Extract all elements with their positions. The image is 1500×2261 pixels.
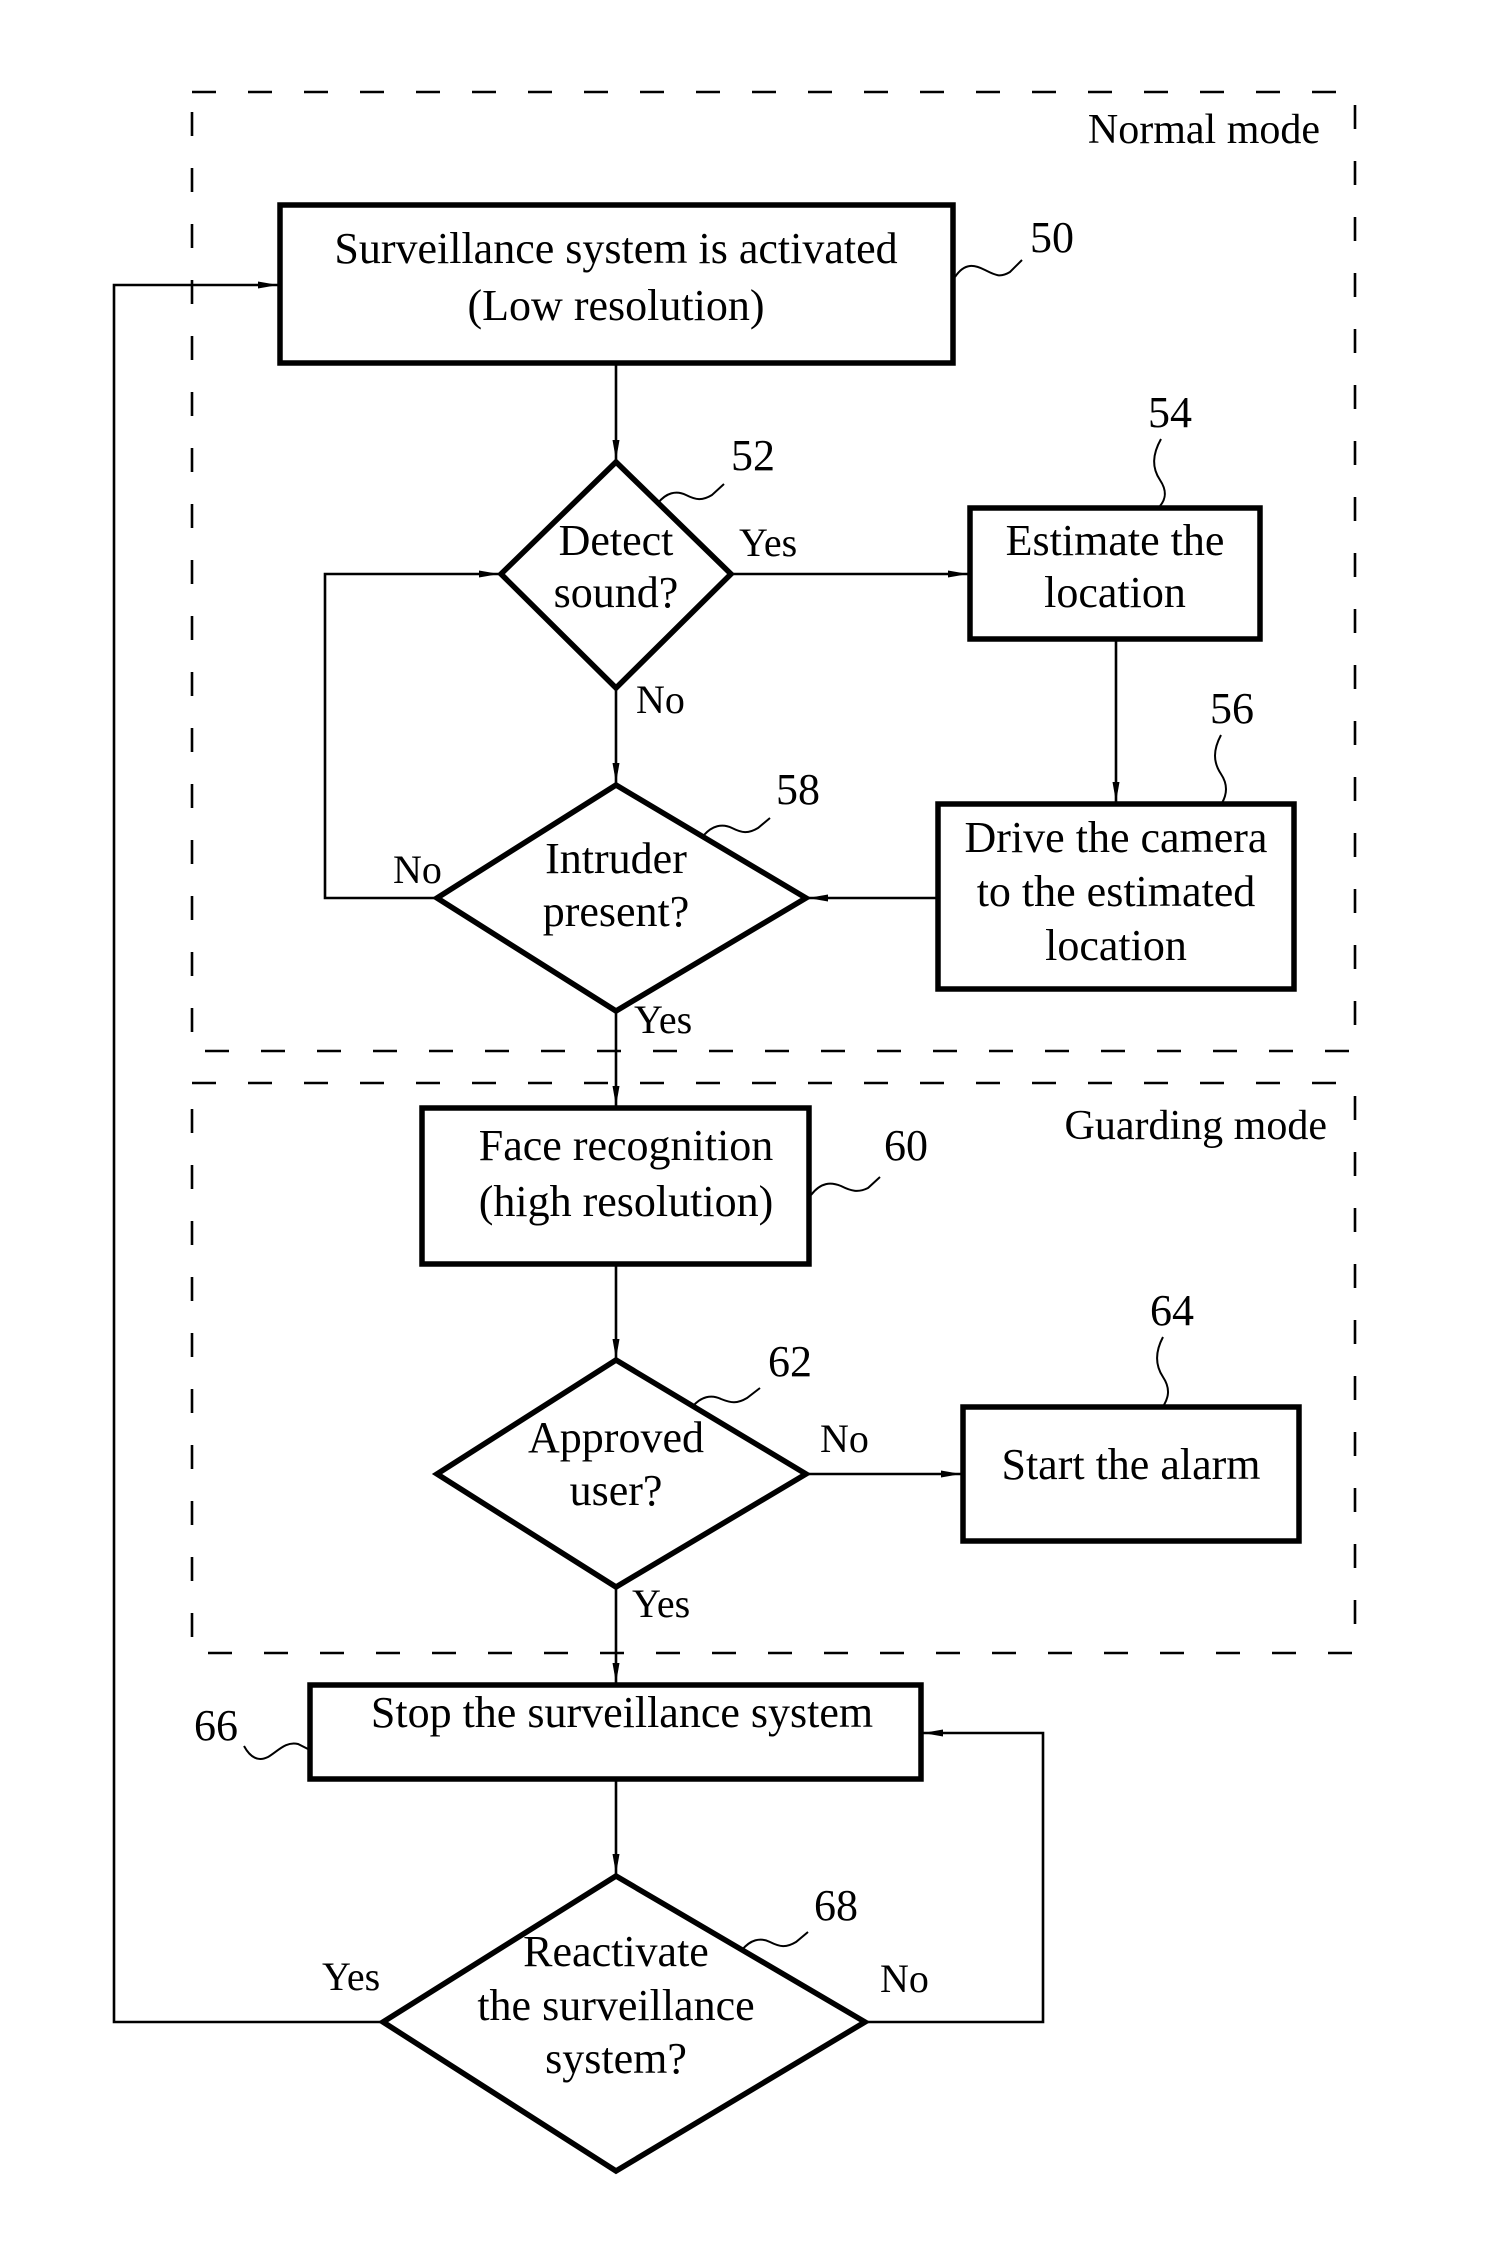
edge-label-52-no: No bbox=[636, 677, 685, 722]
ref-label-68: 68 bbox=[814, 1881, 858, 1930]
decision-node-52: Detect sound? bbox=[497, 458, 735, 692]
node-64-line-1: Start the alarm bbox=[1001, 1440, 1260, 1489]
ref-leader-62 bbox=[692, 1387, 761, 1407]
process-node-64: Start the alarm bbox=[960, 1404, 1302, 1544]
edge-label-52-yes: Yes bbox=[739, 520, 797, 565]
ref-label-60: 60 bbox=[884, 1121, 928, 1170]
ref-label-50: 50 bbox=[1030, 213, 1074, 262]
node-50-line-2: (Low resolution) bbox=[468, 281, 765, 330]
ref-leader-64 bbox=[1156, 1336, 1169, 1406]
ref-label-58: 58 bbox=[776, 765, 820, 814]
ref-label-56: 56 bbox=[1210, 684, 1254, 733]
ref-label-62: 62 bbox=[768, 1337, 812, 1386]
node-56-line-3: location bbox=[1045, 921, 1187, 970]
ref-leader-58 bbox=[703, 817, 771, 836]
process-node-56: Drive the camera to the estimated locati… bbox=[935, 801, 1297, 992]
ref-leader-56 bbox=[1214, 734, 1227, 804]
node-68-line-3: system? bbox=[545, 2034, 687, 2083]
node-62-line-1: Approved bbox=[528, 1413, 704, 1462]
node-68-line-1: Reactivate bbox=[523, 1927, 709, 1976]
ref-leader-54 bbox=[1153, 438, 1166, 507]
ref-label-52: 52 bbox=[731, 431, 775, 480]
node-60-line-2: (high resolution) bbox=[479, 1177, 774, 1226]
edge-label-68-yes: Yes bbox=[322, 1954, 380, 1999]
node-58-line-2: present? bbox=[543, 887, 690, 936]
edge-label-62-yes: Yes bbox=[632, 1581, 690, 1626]
process-node-50: Surveillance system is activated (Low re… bbox=[277, 202, 956, 366]
node-56-line-2: to the estimated bbox=[977, 867, 1256, 916]
node-66-line-1: Stop the surveillance system bbox=[371, 1688, 873, 1737]
process-node-66: Stop the surveillance system bbox=[307, 1682, 924, 1782]
ref-leader-60 bbox=[810, 1176, 881, 1196]
ref-leader-50 bbox=[954, 259, 1023, 278]
node-58-line-1: Intruder bbox=[545, 834, 687, 883]
ref-leader-52 bbox=[657, 483, 725, 504]
flowchart: Normal mode Guarding mode Yes No No Yes … bbox=[112, 90, 1357, 2175]
node-62-line-2: user? bbox=[570, 1466, 663, 1515]
node-54-line-2: location bbox=[1044, 568, 1186, 617]
ref-label-64: 64 bbox=[1150, 1286, 1194, 1335]
decision-node-58: Intruder present? bbox=[431, 781, 812, 1015]
edge-label-62-no: No bbox=[820, 1416, 869, 1461]
ref-leader-66 bbox=[243, 1742, 309, 1760]
node-54-line-1: Estimate the bbox=[1006, 516, 1225, 565]
edge-label-58-yes: Yes bbox=[634, 997, 692, 1042]
node-52-line-2: sound? bbox=[554, 568, 679, 617]
ref-label-66: 66 bbox=[194, 1701, 238, 1750]
ref-leader-68 bbox=[741, 1931, 809, 1951]
process-node-60: Face recognition (high resolution) bbox=[419, 1105, 812, 1267]
node-50-line-1: Surveillance system is activated bbox=[334, 224, 897, 273]
edge-label-58-no: No bbox=[393, 847, 442, 892]
decision-node-68: Reactivate the surveillance system? bbox=[377, 1872, 871, 2175]
node-60-line-1: Face recognition bbox=[479, 1121, 773, 1170]
normal-mode-label: Normal mode bbox=[1088, 107, 1320, 153]
node-52-line-1: Detect bbox=[559, 516, 674, 565]
node-68-line-2: the surveillance bbox=[477, 1981, 754, 2030]
edge-label-68-no: No bbox=[880, 1956, 929, 2001]
process-node-54: Estimate the location bbox=[967, 505, 1263, 642]
node-56-line-1: Drive the camera bbox=[965, 813, 1268, 862]
guarding-mode-label: Guarding mode bbox=[1065, 1103, 1327, 1149]
ref-label-54: 54 bbox=[1148, 388, 1192, 437]
